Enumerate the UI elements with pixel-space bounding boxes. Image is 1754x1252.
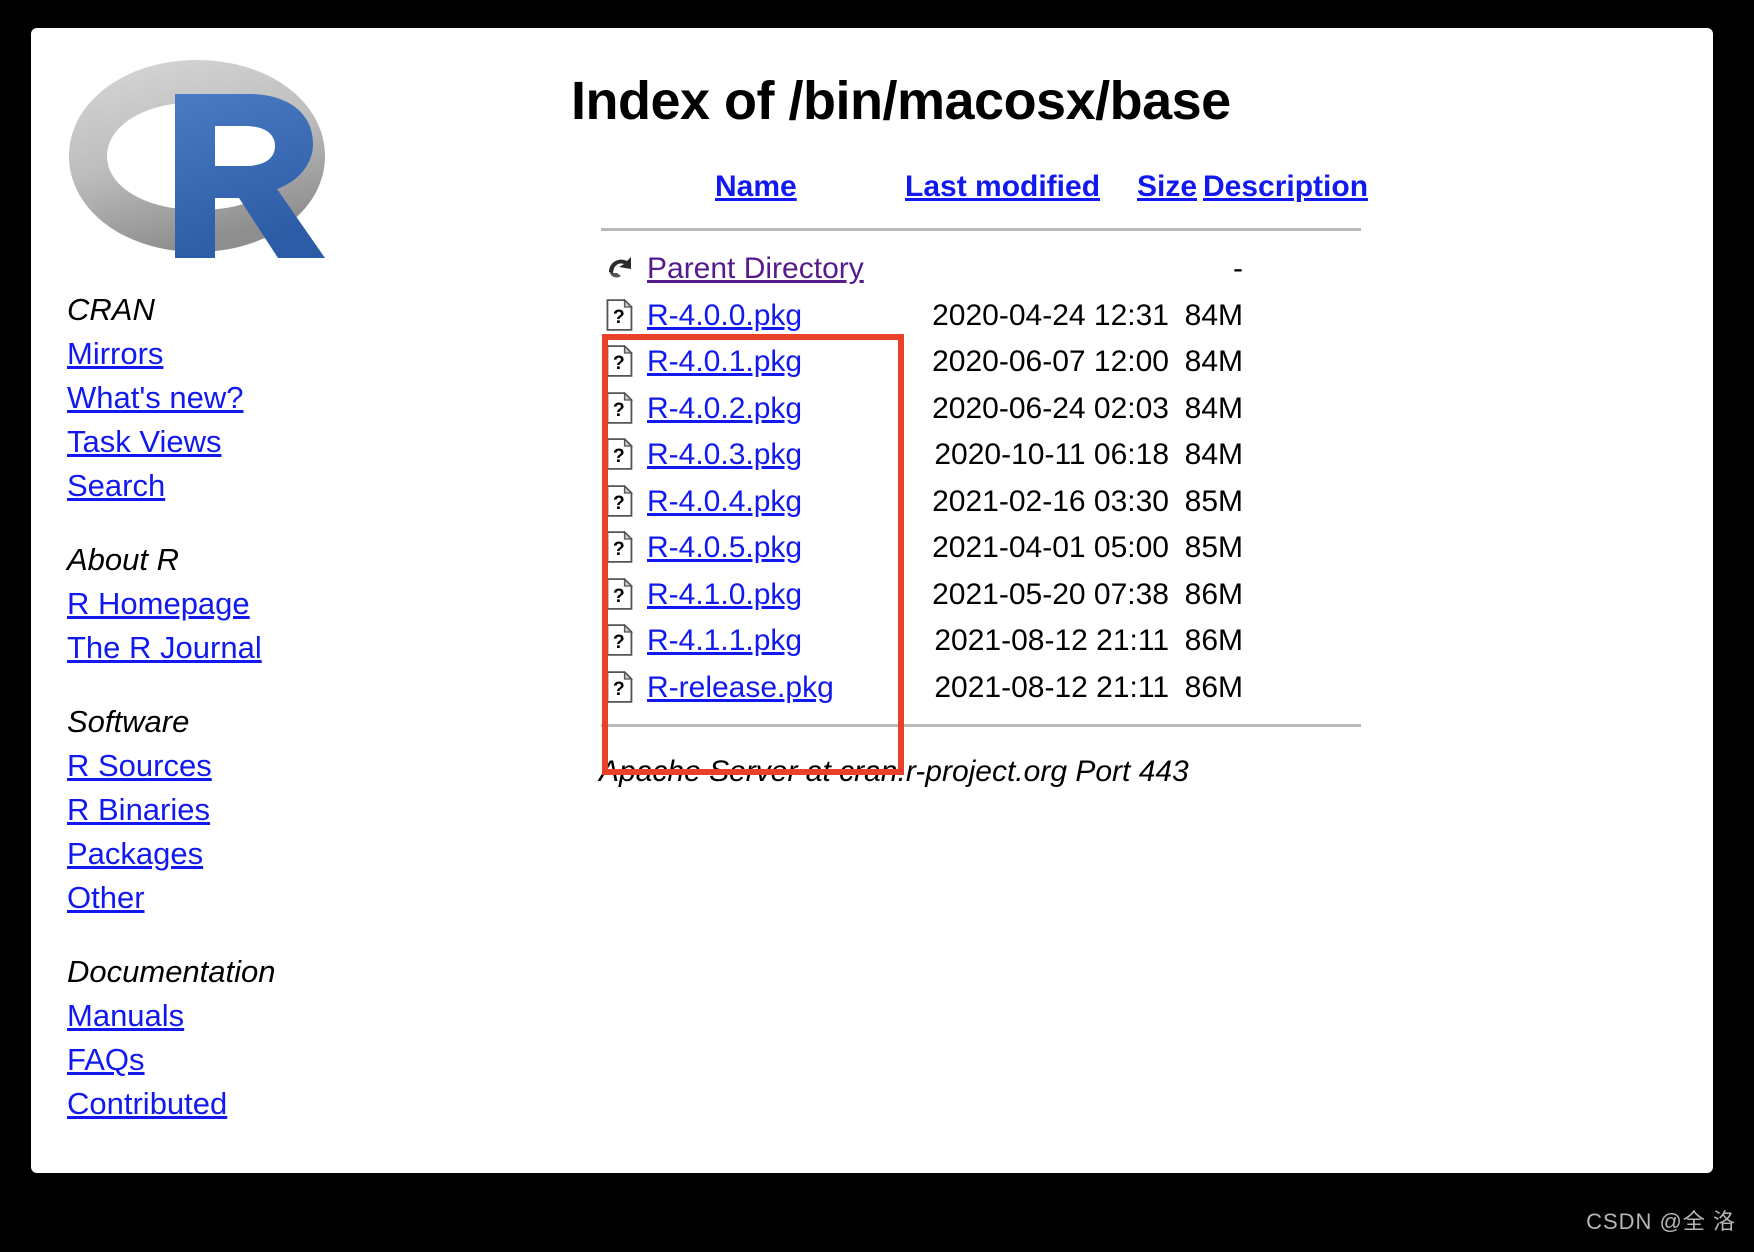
listing-rows: Parent Directory - ? R-4.0.0.pkg 2020-04… — [569, 247, 1369, 712]
file-size: 86M — [1184, 577, 1243, 611]
sidebar-item-search[interactable]: Search — [67, 464, 165, 508]
svg-text:?: ? — [613, 399, 625, 421]
sidebar-item-packages[interactable]: Packages — [67, 832, 203, 876]
sidebar-item-mirrors[interactable]: Mirrors — [67, 332, 163, 376]
file-size: 84M — [1184, 345, 1243, 378]
file-link[interactable]: R-4.1.1.pkg — [647, 619, 802, 663]
sidebar-group-documentation: Documentation Manuals FAQs Contributed — [67, 950, 479, 1126]
directory-index: Index of /bin/macosx/base Name Last modi… — [569, 52, 1669, 789]
file-link[interactable]: R-4.1.0.pkg — [647, 573, 802, 617]
list-item-parent-directory[interactable]: Parent Directory - — [569, 247, 1369, 294]
unknown-file-icon: ? — [605, 344, 635, 377]
table-row[interactable]: ? R-4.0.3.pkg 2020-10-11 06:18 84M — [569, 433, 1369, 480]
table-row[interactable]: ? R-4.0.0.pkg 2020-04-24 12:31 84M — [569, 294, 1369, 341]
unknown-file-icon: ? — [605, 669, 635, 703]
svg-text:?: ? — [613, 585, 625, 607]
sidebar-nav: CRAN Mirrors What's new? Task Views Sear… — [67, 288, 479, 1126]
file-link[interactable]: R-4.0.0.pkg — [647, 294, 802, 338]
sidebar-item-faqs[interactable]: FAQs — [67, 1038, 145, 1082]
sidebar-item-r-sources[interactable]: R Sources — [67, 744, 212, 788]
file-link[interactable]: R-4.0.2.pkg — [647, 387, 802, 431]
sidebar-heading-cran: CRAN — [67, 292, 155, 327]
file-last-modified: 2021-08-12 21:11 — [934, 624, 1169, 657]
sidebar-group-cran: CRAN Mirrors What's new? Task Views Sear… — [67, 288, 479, 508]
sidebar-item-other[interactable]: Other — [67, 876, 145, 920]
table-row[interactable]: ? R-4.0.4.pkg 2021-02-16 03:30 85M — [569, 480, 1369, 527]
unknown-file-icon: ? — [605, 576, 635, 610]
screenshot-root: CRAN Mirrors What's new? Task Views Sear… — [0, 0, 1754, 1252]
sidebar-item-task-views[interactable]: Task Views — [67, 420, 222, 464]
unknown-file-icon: ? — [605, 530, 635, 563]
footer-divider — [601, 724, 1361, 727]
sort-by-description-link[interactable]: Description — [1203, 170, 1368, 204]
file-last-modified: 2021-08-12 21:11 — [934, 670, 1169, 704]
table-row[interactable]: ? R-4.1.0.pkg 2021-05-20 07:38 86M — [569, 573, 1369, 620]
file-link[interactable]: R-4.0.5.pkg — [647, 526, 802, 570]
sidebar-item-r-homepage[interactable]: R Homepage — [67, 582, 250, 626]
svg-text:?: ? — [613, 538, 625, 560]
file-link[interactable]: R-4.0.1.pkg — [647, 340, 802, 384]
file-size: 85M — [1184, 531, 1243, 564]
sidebar-heading-documentation: Documentation — [67, 954, 276, 989]
file-last-modified: 2020-06-24 02:03 — [932, 391, 1169, 425]
file-listing: Name Last modified Size Description Pare… — [569, 170, 1369, 789]
file-size: 84M — [1184, 298, 1243, 332]
table-row[interactable]: ? R-4.0.5.pkg 2021-04-01 05:00 85M — [569, 526, 1369, 573]
file-size: 86M — [1184, 670, 1243, 704]
page-title: Index of /bin/macosx/base — [571, 71, 1231, 131]
sidebar-item-the-r-journal[interactable]: The R Journal — [67, 626, 262, 670]
file-size: 84M — [1184, 391, 1243, 425]
browser-page: CRAN Mirrors What's new? Task Views Sear… — [31, 28, 1713, 1173]
file-size: 84M — [1184, 438, 1243, 471]
file-size: 86M — [1184, 624, 1243, 657]
sidebar-item-r-binaries[interactable]: R Binaries — [67, 788, 210, 832]
unknown-file-icon: ? — [605, 390, 635, 424]
table-row[interactable]: ? R-4.1.1.pkg 2021-08-12 21:11 86M — [569, 619, 1369, 666]
file-link[interactable]: R-4.0.3.pkg — [647, 433, 802, 477]
sort-by-size-link[interactable]: Size — [1137, 170, 1197, 204]
table-row[interactable]: ? R-release.pkg 2021-08-12 21:11 86M — [569, 666, 1369, 713]
header-divider — [601, 228, 1361, 231]
svg-text:?: ? — [613, 352, 625, 374]
sidebar-heading-about-r: About R — [67, 542, 180, 577]
server-signature: Apache Server at cran.r-project.org Port… — [599, 755, 1189, 788]
sidebar-group-about-r: About R R Homepage The R Journal — [67, 538, 479, 670]
r-project-logo — [63, 46, 331, 266]
sort-by-name-link[interactable]: Name — [715, 170, 797, 204]
svg-text:?: ? — [613, 492, 625, 514]
parent-size: - — [1233, 252, 1243, 285]
file-size: 85M — [1184, 484, 1243, 518]
file-last-modified: 2021-05-20 07:38 — [932, 577, 1169, 611]
file-last-modified: 2021-04-01 05:00 — [932, 531, 1169, 564]
sort-by-last-modified-link[interactable]: Last modified — [905, 170, 1100, 204]
r-logo-svg — [69, 60, 325, 258]
sidebar-group-software: Software R Sources R Binaries Packages O… — [67, 700, 479, 920]
file-last-modified: 2020-10-11 06:18 — [934, 438, 1169, 471]
sidebar-item-whats-new[interactable]: What's new? — [67, 376, 244, 420]
unknown-file-icon: ? — [605, 623, 635, 656]
table-row[interactable]: ? R-4.0.2.pkg 2020-06-24 02:03 84M — [569, 387, 1369, 434]
parent-directory-icon — [605, 252, 635, 284]
parent-directory-link[interactable]: Parent Directory — [647, 247, 864, 291]
file-link[interactable]: R-4.0.4.pkg — [647, 480, 802, 524]
svg-text:?: ? — [613, 678, 625, 700]
file-last-modified: 2020-04-24 12:31 — [932, 298, 1169, 332]
sidebar-item-manuals[interactable]: Manuals — [67, 994, 184, 1038]
listing-header-row: Name Last modified Size Description — [569, 170, 1369, 216]
watermark: CSDN @全 洛 — [1586, 1209, 1736, 1234]
file-last-modified: 2020-06-07 12:00 — [932, 345, 1169, 378]
sidebar-item-contributed[interactable]: Contributed — [67, 1082, 227, 1126]
sidebar-heading-software: Software — [67, 704, 190, 739]
unknown-file-icon: ? — [605, 297, 635, 331]
file-link[interactable]: R-release.pkg — [647, 666, 834, 710]
sidebar: CRAN Mirrors What's new? Task Views Sear… — [49, 46, 479, 1156]
file-last-modified: 2021-02-16 03:30 — [932, 484, 1169, 518]
svg-text:?: ? — [613, 306, 625, 328]
svg-text:?: ? — [613, 631, 625, 653]
unknown-file-icon: ? — [605, 437, 635, 470]
unknown-file-icon: ? — [605, 483, 635, 517]
svg-text:?: ? — [613, 445, 625, 467]
table-row[interactable]: ? R-4.0.1.pkg 2020-06-07 12:00 84M — [569, 340, 1369, 387]
